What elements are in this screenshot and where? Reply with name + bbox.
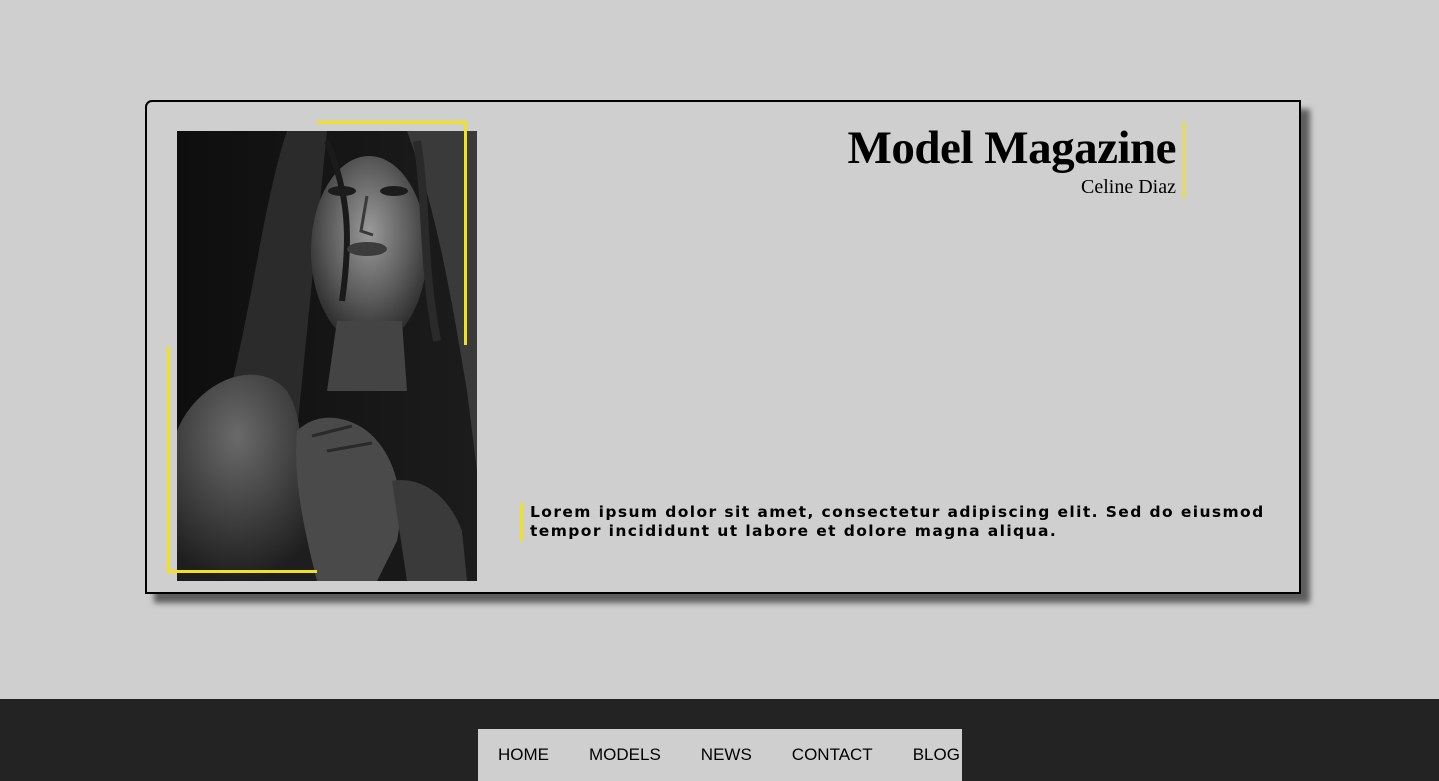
magazine-title: Model Magazine: [847, 122, 1177, 174]
main-nav: HOME MODELS NEWS CONTACT BLOG: [478, 729, 962, 781]
nav-home[interactable]: HOME: [498, 745, 549, 765]
model-name: Celine Diaz: [1081, 176, 1176, 198]
accent-frame-top: [317, 121, 467, 345]
nav-models[interactable]: MODELS: [589, 745, 661, 765]
accent-frame-bottom: [167, 347, 317, 573]
feature-card: Model Magazine Celine Diaz Lorem ipsum d…: [145, 100, 1301, 594]
title-block: Model Magazine Celine Diaz: [848, 121, 1185, 199]
nav-news[interactable]: NEWS: [701, 745, 752, 765]
nav-blog[interactable]: BLOG: [913, 745, 960, 765]
footer: HOME MODELS NEWS CONTACT BLOG: [0, 699, 1439, 781]
nav-contact[interactable]: CONTACT: [792, 745, 873, 765]
description-text: Lorem ipsum dolor sit amet, consectetur …: [520, 503, 1270, 541]
photo-container: [167, 121, 477, 581]
